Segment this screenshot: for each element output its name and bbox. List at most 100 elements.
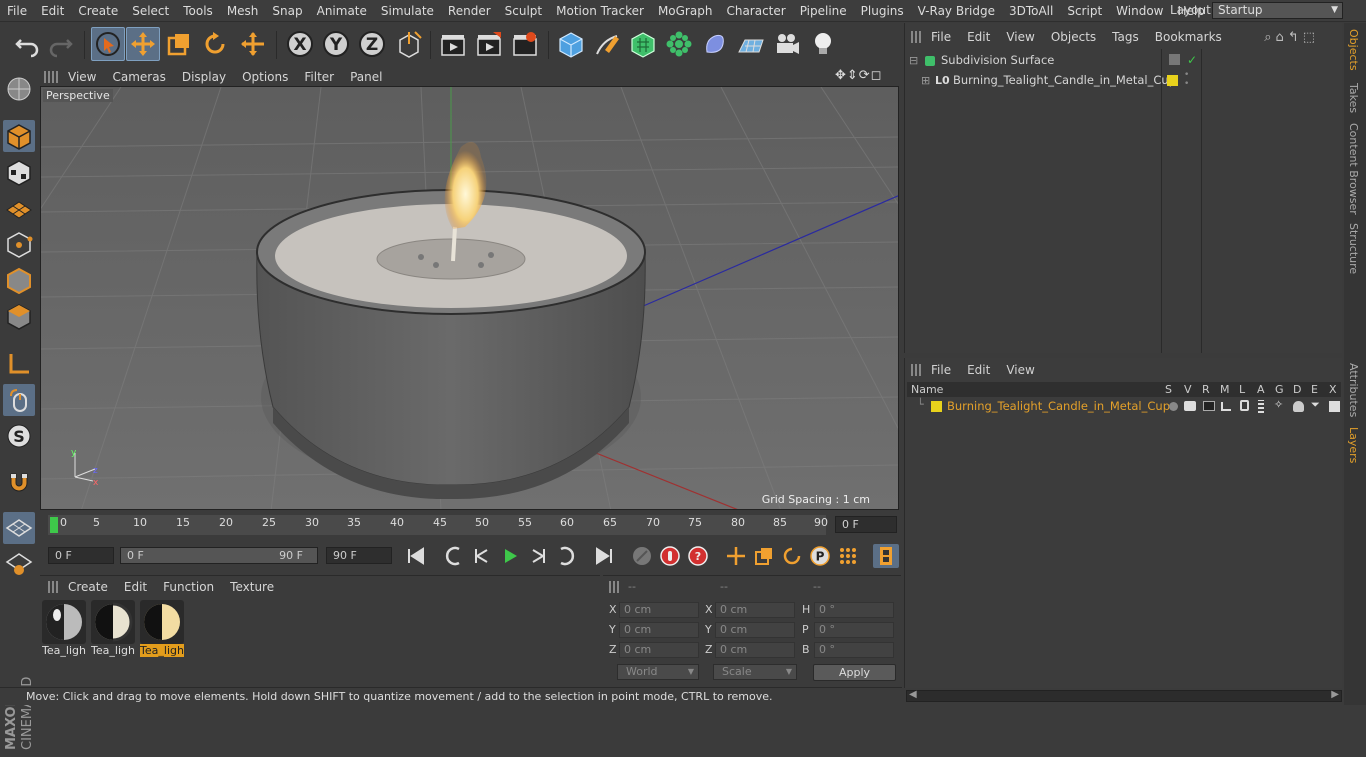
material-menu-function[interactable]: Function <box>155 580 222 594</box>
menu-sculpt[interactable]: Sculpt <box>498 4 549 18</box>
column-xref[interactable]: X <box>1329 383 1337 396</box>
z-axis-lock-button[interactable]: Z <box>355 27 389 61</box>
key-pla-button[interactable] <box>835 544 861 568</box>
material-menu-texture[interactable]: Texture <box>222 580 282 594</box>
menu-motion-tracker[interactable]: Motion Tracker <box>549 4 651 18</box>
locked-workplane-button[interactable] <box>3 548 35 580</box>
viewport-nav-icons[interactable]: ✥⇕⟳◻ <box>835 68 882 83</box>
previous-frame-button[interactable] <box>469 544 495 568</box>
position-y-field[interactable]: 0 cm <box>619 622 699 638</box>
generator-icon[interactable]: ✧ <box>1274 398 1283 411</box>
object-row-candle[interactable]: ⊞ L0 Burning_Tealight_Candle_in_Metal_Cu… <box>905 71 1343 90</box>
viewport-menu-filter[interactable]: Filter <box>296 70 342 84</box>
menu-character[interactable]: Character <box>719 4 792 18</box>
menu-mesh[interactable]: Mesh <box>220 4 266 18</box>
object-menu-tags[interactable]: Tags <box>1104 30 1147 44</box>
tab-attributes[interactable]: Attributes <box>1347 363 1360 417</box>
magnet-button[interactable] <box>3 466 35 498</box>
workplane-mode-button[interactable] <box>3 192 35 224</box>
object-manager-nav-icons[interactable]: ⌕⌂↰⬚ <box>1264 30 1319 45</box>
column-expressions[interactable]: E <box>1311 383 1318 396</box>
layer-name[interactable]: Burning_Tealight_Candle_in_Metal_Cup <box>947 399 1170 413</box>
render-settings-button[interactable] <box>508 27 542 61</box>
next-key-button[interactable] <box>553 544 579 568</box>
column-deformers[interactable]: D <box>1293 383 1301 396</box>
polygons-mode-button[interactable] <box>3 300 35 332</box>
current-frame-field[interactable]: 0 F <box>835 516 897 533</box>
layout-select[interactable]: Startup ▼ <box>1212 2 1343 19</box>
column-solo[interactable]: S <box>1165 383 1172 396</box>
rotation-b-field[interactable]: 0 ° <box>814 642 894 658</box>
tab-structure[interactable]: Structure <box>1347 223 1360 274</box>
autokey-button[interactable]: ? <box>685 544 711 568</box>
tab-objects[interactable]: Objects <box>1347 29 1360 71</box>
layer-color-icon[interactable] <box>1167 75 1178 86</box>
viewport-menu-options[interactable]: Options <box>234 70 296 84</box>
texture-mode-button[interactable] <box>3 156 35 188</box>
tab-takes[interactable]: Takes <box>1347 83 1360 113</box>
layer-menu-file[interactable]: File <box>923 363 959 377</box>
object-menu-edit[interactable]: Edit <box>959 30 998 44</box>
make-editable-button[interactable] <box>3 73 35 105</box>
menu-select[interactable]: Select <box>125 4 176 18</box>
live-selection-button[interactable] <box>91 27 125 61</box>
redo-button[interactable] <box>44 27 78 61</box>
column-name[interactable]: Name <box>911 383 943 396</box>
viewport-menu-cameras[interactable]: Cameras <box>104 70 173 84</box>
menu-render[interactable]: Render <box>441 4 498 18</box>
menu-3dtoall[interactable]: 3DToAll <box>1002 4 1060 18</box>
add-cube-button[interactable] <box>554 27 588 61</box>
viewport-menu-panel[interactable]: Panel <box>342 70 390 84</box>
playhead-marker[interactable] <box>50 517 58 533</box>
menu-mograph[interactable]: MoGraph <box>651 4 720 18</box>
snap-button[interactable]: S <box>3 420 35 452</box>
add-light-button[interactable] <box>806 27 840 61</box>
coordinate-mode-dropdown[interactable]: World ▼ <box>617 664 699 680</box>
frame-ruler[interactable]: 0 5 10 15 20 25 30 35 40 45 50 55 60 65 … <box>48 515 828 535</box>
add-mograph-button[interactable] <box>662 27 696 61</box>
rotation-p-field[interactable]: 0 ° <box>814 622 894 638</box>
material-swatch-selected[interactable]: Tea_ligh <box>140 600 184 657</box>
timeline-window-button[interactable] <box>873 544 899 568</box>
deformer-icon[interactable] <box>1293 401 1304 412</box>
menu-window[interactable]: Window <box>1109 4 1170 18</box>
key-parameter-button[interactable]: P <box>807 544 833 568</box>
next-frame-button[interactable] <box>525 544 551 568</box>
object-name[interactable]: Burning_Tealight_Candle_in_Metal_Cup <box>953 71 1176 90</box>
render-view-button[interactable] <box>436 27 470 61</box>
tweak-mode-button[interactable] <box>3 384 35 416</box>
object-name[interactable]: Subdivision Surface <box>941 51 1054 70</box>
enabled-check-icon[interactable]: ✓ <box>1187 51 1197 70</box>
lock-icon[interactable] <box>1240 400 1249 411</box>
position-z-field[interactable]: 0 cm <box>619 642 699 658</box>
layer-horizontal-scrollbar[interactable]: ◀ ▶ <box>906 689 1342 702</box>
key-scale-button[interactable] <box>751 544 777 568</box>
object-menu-view[interactable]: View <box>998 30 1042 44</box>
size-x-field[interactable]: 0 cm <box>715 602 795 618</box>
x-axis-lock-button[interactable]: X <box>283 27 317 61</box>
size-mode-dropdown[interactable]: Scale ▼ <box>713 664 797 680</box>
material-menu-edit[interactable]: Edit <box>116 580 155 594</box>
key-rotation-button[interactable] <box>779 544 805 568</box>
points-mode-button[interactable] <box>3 228 35 260</box>
column-animation[interactable]: A <box>1257 383 1265 396</box>
material-menu-create[interactable]: Create <box>60 580 116 594</box>
editor-visibility-icon[interactable] <box>1169 54 1180 65</box>
size-y-field[interactable]: 0 cm <box>715 622 795 638</box>
rotation-h-field[interactable]: 0 ° <box>814 602 894 618</box>
column-render[interactable]: R <box>1202 383 1210 396</box>
manager-icon[interactable] <box>1221 402 1231 411</box>
film-strip-icon[interactable] <box>1258 400 1264 413</box>
column-manager[interactable]: M <box>1220 383 1230 396</box>
axis-mode-button[interactable] <box>3 348 35 380</box>
apply-button[interactable]: Apply <box>813 664 896 681</box>
add-environment-button[interactable] <box>734 27 768 61</box>
column-locked[interactable]: L <box>1239 383 1245 396</box>
object-row-subdivision[interactable]: ⊟ Subdivision Surface ✓ <box>905 51 1343 70</box>
render-clapboard-icon[interactable] <box>1203 401 1215 411</box>
viewport-menu-view[interactable]: View <box>60 70 104 84</box>
object-menu-objects[interactable]: Objects <box>1043 30 1104 44</box>
size-z-field[interactable]: 0 cm <box>715 642 795 658</box>
add-deformer-button[interactable] <box>698 27 732 61</box>
add-generator-button[interactable] <box>626 27 660 61</box>
